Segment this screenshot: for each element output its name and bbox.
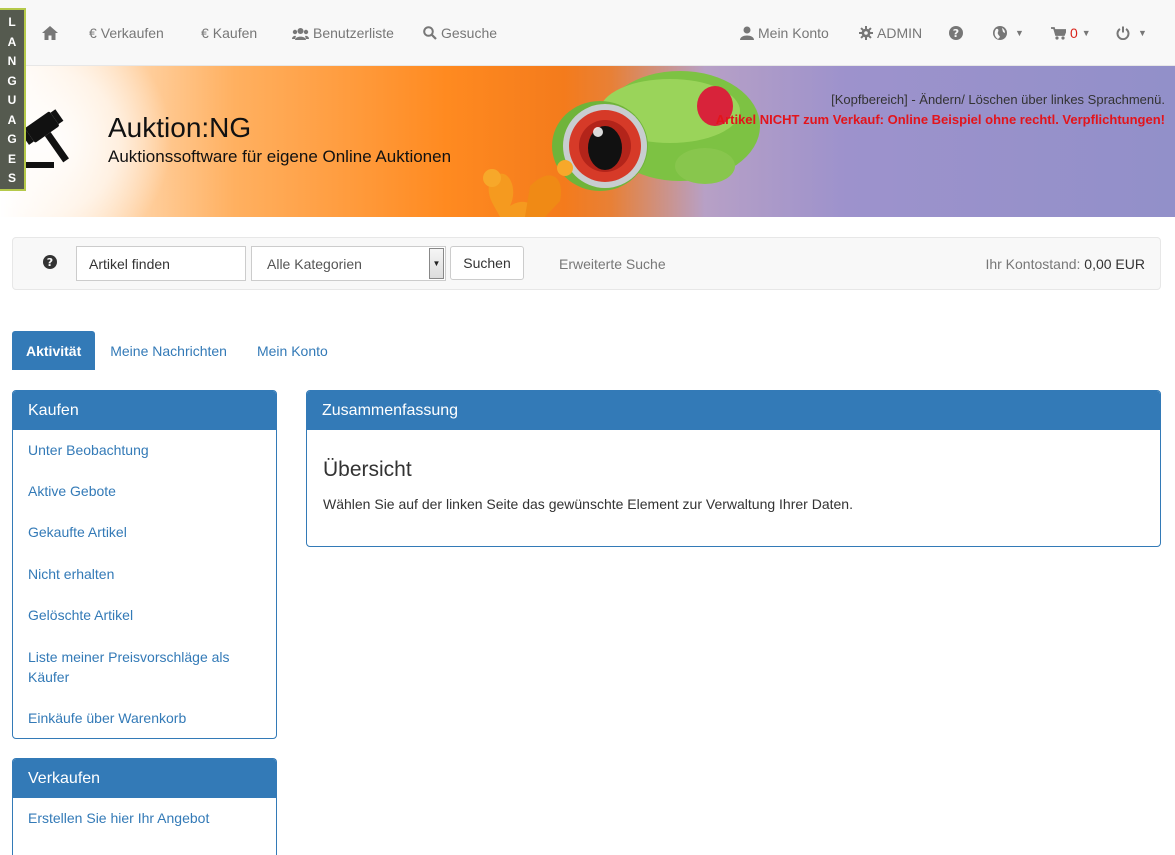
languages-letter: L <box>8 15 16 29</box>
frog-image <box>483 71 760 217</box>
kaufen-panel: Kaufen Unter Beobachtung Aktive Gebote G… <box>12 390 277 739</box>
caret-down-icon: ▼ <box>1015 28 1024 38</box>
account-balance: Ihr Kontostand: 0,00 EUR <box>985 256 1145 272</box>
summary-panel-title: Zusammenfassung <box>307 391 1160 430</box>
cart-icon <box>1051 26 1066 40</box>
nav-benutzerliste[interactable]: Benutzerliste <box>292 0 394 66</box>
nav-cart[interactable]: 0 ▼ <box>1051 0 1091 66</box>
languages-letter: A <box>7 34 17 49</box>
caret-down-icon: ▼ <box>1138 28 1147 38</box>
power-icon <box>1116 26 1130 40</box>
euro-icon: € <box>89 25 97 41</box>
sidebar-item-preisvorschlaege[interactable]: Liste meiner Preisvorschläge als Käufer <box>13 647 253 687</box>
sidebar-item-geloeschte-artikel[interactable]: Gelöschte Artikel <box>13 605 148 625</box>
nav-benutzerliste-label: Benutzerliste <box>313 25 394 41</box>
summary-heading: Übersicht <box>323 458 412 481</box>
nav-verkaufen-label: Verkaufen <box>100 25 164 41</box>
tab-aktivitaet[interactable]: Aktivität <box>12 331 96 370</box>
sidebar-item-unter-beobachtung[interactable]: Unter Beobachtung <box>13 440 164 460</box>
euro-icon: € <box>201 25 209 41</box>
languages-letter: G <box>7 73 17 88</box>
verkaufen-panel-title: Verkaufen <box>13 759 276 798</box>
summary-panel: Zusammenfassung Übersicht Wählen Sie auf… <box>306 390 1161 547</box>
nav-kaufen-label: Kaufen <box>212 25 258 41</box>
verkaufen-panel: Verkaufen Erstellen Sie hier Ihr Angebot <box>12 758 277 855</box>
search-icon <box>423 26 437 40</box>
nav-admin-label: ADMIN <box>877 25 923 41</box>
category-select-value: Alle Kategorien <box>267 255 362 272</box>
nav-help[interactable]: ? <box>949 0 967 66</box>
languages-letter: S <box>7 171 16 185</box>
sidebar-item-warenkorb-einkaeufe[interactable]: Einkäufe über Warenkorb <box>13 708 201 728</box>
sidebar-item-aktive-gebote[interactable]: Aktive Gebote <box>13 481 131 501</box>
header-banner: Auktion:NG Auktionssoftware für eigene O… <box>0 66 1175 217</box>
nav-mein-konto-label: Mein Konto <box>758 25 829 41</box>
languages-letter: U <box>7 93 17 107</box>
search-input[interactable] <box>76 246 246 281</box>
languages-letter: N <box>7 54 17 68</box>
languages-letter: G <box>7 132 17 146</box>
nav-verkaufen[interactable]: € Verkaufen <box>89 0 164 66</box>
nav-admin[interactable]: ADMIN <box>859 0 922 66</box>
search-bar: ? Alle Kategorien ▼ Suchen Erweiterte Su… <box>12 237 1161 290</box>
user-icon <box>740 26 754 40</box>
nav-language[interactable]: ▼ <box>993 0 1024 66</box>
account-balance-value: 0,00 EUR <box>1084 256 1145 272</box>
nav-gesuche-label: Gesuche <box>441 25 498 41</box>
home-icon <box>42 26 58 40</box>
site-subtitle: Auktionssoftware für eigene Online Aukti… <box>108 147 452 166</box>
languages-tab[interactable]: L A N G U A G E S <box>0 8 26 191</box>
kaufen-panel-title: Kaufen <box>13 391 276 430</box>
top-navbar: € Verkaufen € Kaufen Benutzerliste Gesuc… <box>0 0 1175 66</box>
gavel-icon <box>20 109 69 168</box>
cart-count: 0 <box>1070 25 1078 41</box>
question-circle-icon: ? <box>949 26 963 40</box>
account-tabs: Aktivität Meine Nachrichten Mein Konto <box>12 331 343 370</box>
sidebar-item-nicht-erhalten[interactable]: Nicht erhalten <box>13 564 129 584</box>
languages-letter: A <box>7 112 17 127</box>
users-icon <box>292 27 309 40</box>
svg-text:?: ? <box>47 256 53 269</box>
account-balance-label: Ihr Kontostand: <box>985 256 1081 272</box>
banner-warning: Artikel NICHT zum Verkauf: Online Beispi… <box>715 112 1165 127</box>
search-button[interactable]: Suchen <box>450 246 524 280</box>
tab-mein-konto[interactable]: Mein Konto <box>242 331 343 370</box>
nav-kaufen[interactable]: € Kaufen <box>201 0 257 66</box>
question-circle-icon[interactable]: ? <box>43 255 57 272</box>
nav-mein-konto[interactable]: Mein Konto <box>740 0 829 66</box>
site-title: Auktion:NG <box>108 112 252 143</box>
category-select[interactable]: Alle Kategorien ▼ <box>251 246 446 281</box>
dropdown-arrow-icon[interactable]: ▼ <box>429 248 444 279</box>
banner-note: [Kopfbereich] - Ändern/ Löschen über lin… <box>831 92 1165 107</box>
nav-gesuche[interactable]: Gesuche <box>423 0 497 66</box>
nav-home[interactable] <box>42 0 62 66</box>
caret-down-icon: ▼ <box>1081 28 1091 38</box>
globe-icon <box>993 26 1007 40</box>
sidebar-item-angebot-erstellen[interactable]: Erstellen Sie hier Ihr Angebot <box>13 808 224 828</box>
sidebar-item-gekaufte-artikel[interactable]: Gekaufte Artikel <box>13 522 142 542</box>
languages-letter: E <box>7 151 16 166</box>
advanced-search-link[interactable]: Erweiterte Suche <box>559 256 666 272</box>
tab-meine-nachrichten[interactable]: Meine Nachrichten <box>95 331 242 370</box>
svg-text:?: ? <box>953 27 959 40</box>
summary-text: Wählen Sie auf der linken Seite das gewü… <box>323 496 853 512</box>
nav-logout[interactable]: ▼ <box>1116 0 1147 66</box>
gear-icon <box>859 26 873 40</box>
